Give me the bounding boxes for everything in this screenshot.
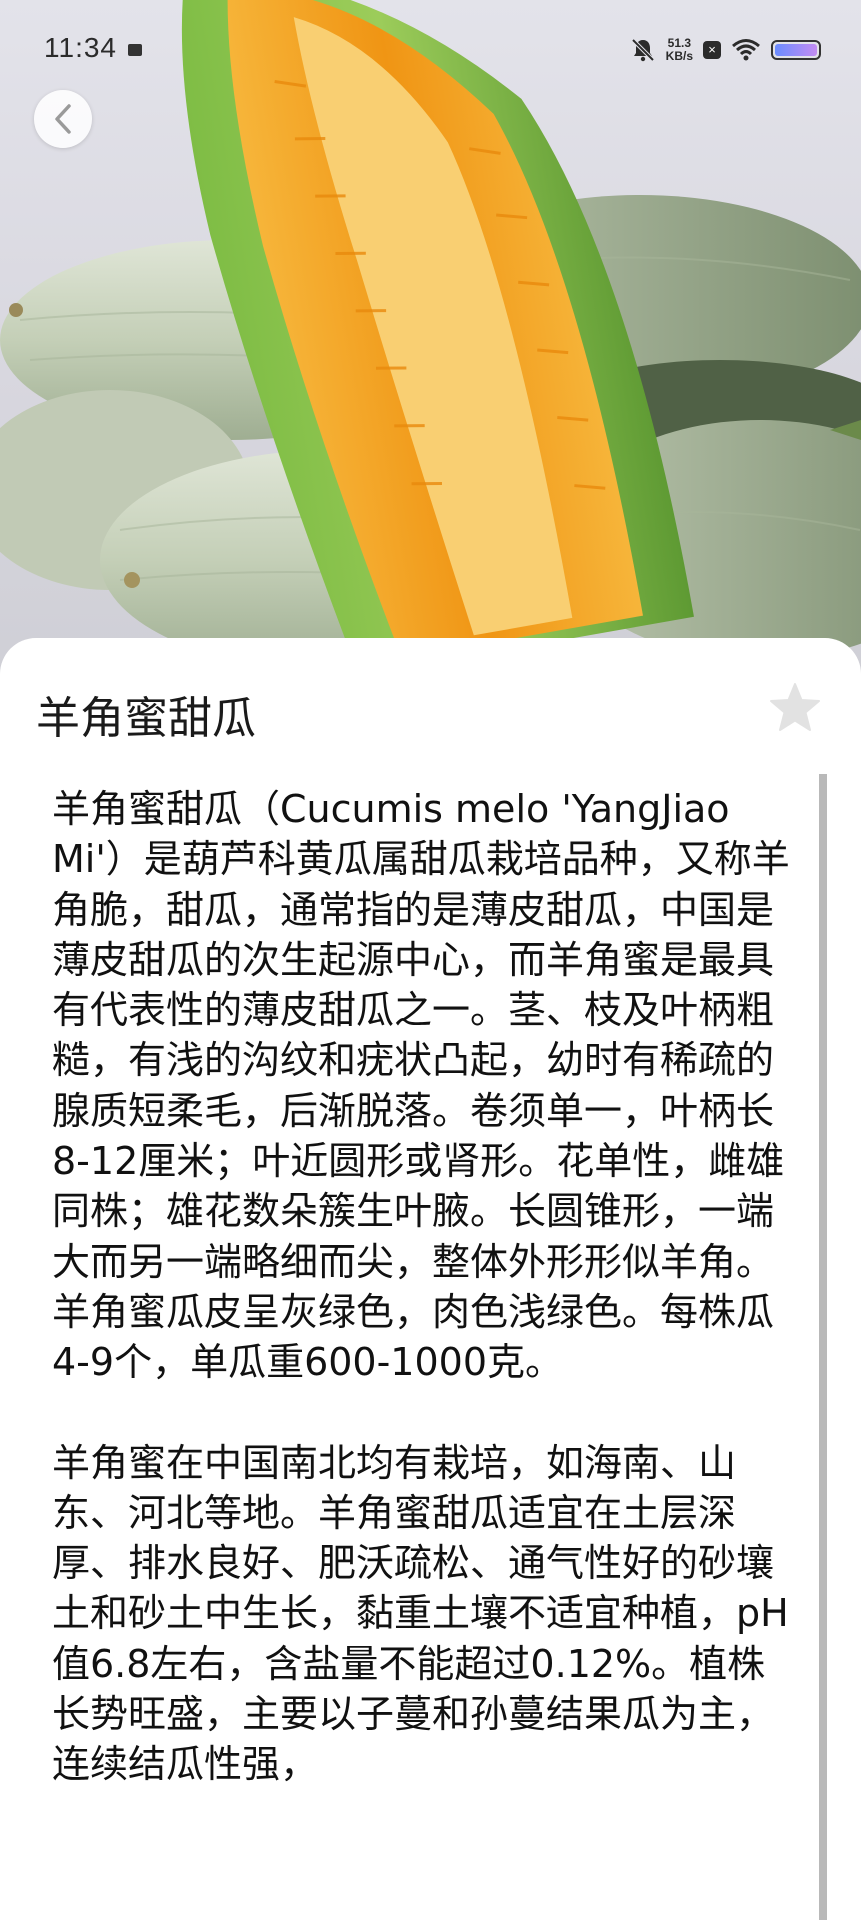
bell-muted-icon [631, 38, 655, 62]
description-scroll[interactable]: 羊角蜜甜瓜（Cucumis melo 'YangJiao Mi'）是葫芦科黄瓜属… [0, 774, 861, 1920]
status-time: 11:34 [44, 32, 117, 63]
melon-photo [0, 0, 861, 676]
status-icons: 51.3 KB/s × [630, 34, 821, 66]
back-button[interactable] [34, 90, 92, 148]
page-title: 羊角蜜甜瓜 [36, 693, 256, 744]
sim-icon [128, 44, 142, 56]
battery-level [775, 44, 817, 56]
hero-image [0, 0, 861, 680]
description: 羊角蜜甜瓜（Cucumis melo 'YangJiao Mi'）是葫芦科黄瓜属… [52, 784, 802, 1840]
chevron-left-icon [55, 104, 71, 134]
close-box-icon: × [703, 41, 721, 59]
scrollbar[interactable] [819, 774, 827, 1920]
description-paragraph: 羊角蜜在中国南北均有栽培，如海南、山东、河北等地。羊角蜜甜瓜适宜在土层深厚、排水… [52, 1440, 789, 1787]
battery-icon [771, 40, 821, 60]
status-bar: 11:34 51.3 KB/s × [0, 0, 861, 100]
description-paragraph: 羊角蜜甜瓜（Cucumis melo 'YangJiao Mi'）是葫芦科黄瓜属… [52, 787, 790, 1385]
net-speed-unit: KB/s [665, 49, 693, 63]
star-icon[interactable] [767, 680, 823, 736]
detail-sheet: 羊角蜜甜瓜 羊角蜜甜瓜（Cucumis melo 'YangJiao Mi'）是… [0, 638, 861, 1920]
wifi-icon [732, 39, 760, 61]
net-speed: 51.3 KB/s [666, 37, 693, 63]
